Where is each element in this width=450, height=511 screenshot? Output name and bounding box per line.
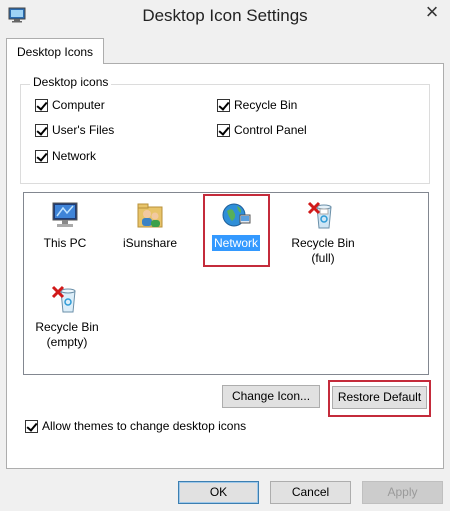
- tab-label: Desktop Icons: [17, 45, 94, 59]
- list-item-isunshare[interactable]: iSunshare: [115, 199, 185, 251]
- item-label-line1: Recycle Bin: [291, 236, 355, 250]
- item-label-line2: (empty): [46, 335, 88, 349]
- restore-default-highlight-box: [328, 380, 431, 417]
- window-title: Desktop Icon Settings: [142, 6, 308, 25]
- item-label: iSunshare: [122, 236, 178, 250]
- user-folder-icon: [137, 203, 163, 228]
- apply-button[interactable]: Apply: [362, 481, 443, 504]
- list-item-this-pc[interactable]: This PC: [30, 199, 100, 251]
- list-item-recycle-bin-empty[interactable]: Recycle Bin (empty): [32, 283, 102, 350]
- checkbox-label: Allow themes to change desktop icons: [42, 419, 247, 433]
- title-bar: Desktop Icon Settings ×: [0, 0, 450, 32]
- item-label-line1: Recycle Bin: [35, 320, 99, 334]
- item-label: Recycle Bin (full): [288, 236, 358, 266]
- checkbox-checked-icon[interactable]: [35, 99, 48, 112]
- network-highlight-box: [203, 194, 270, 267]
- checkbox-checked-icon[interactable]: [217, 124, 230, 137]
- list-item-recycle-bin-full[interactable]: Recycle Bin (full): [288, 199, 358, 266]
- item-label-line2: (full): [311, 251, 335, 265]
- item-label: Recycle Bin (empty): [32, 320, 102, 350]
- checkbox-checked-icon[interactable]: [35, 124, 48, 137]
- close-icon[interactable]: ×: [414, 0, 450, 26]
- cancel-button[interactable]: Cancel: [270, 481, 351, 504]
- item-label: This PC: [43, 236, 87, 250]
- recycle-bin-full-icon: [307, 201, 332, 229]
- ok-button[interactable]: OK: [178, 481, 259, 504]
- tab-desktop-icons[interactable]: Desktop Icons: [6, 38, 104, 64]
- checkbox-label: Computer: [52, 98, 105, 112]
- checkbox-checked-icon[interactable]: [35, 150, 48, 163]
- checkbox-label: User's Files: [52, 123, 115, 137]
- recycle-bin-empty-icon: [51, 285, 76, 313]
- checkbox-checked-icon[interactable]: [25, 420, 38, 433]
- groupbox-legend: Desktop icons: [30, 75, 112, 89]
- checkbox-label: Network: [52, 149, 97, 163]
- change-icon-button[interactable]: Change Icon...: [222, 385, 320, 408]
- checkbox-label: Recycle Bin: [234, 98, 298, 112]
- checkbox-label: Control Panel: [234, 123, 307, 137]
- computer-icon: [52, 202, 78, 227]
- checkbox-checked-icon[interactable]: [217, 99, 230, 112]
